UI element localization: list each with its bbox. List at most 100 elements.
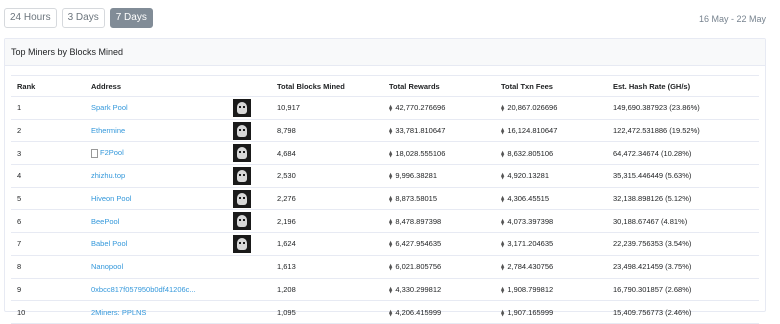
rewards-cell: ⧫ 4,330.299812: [383, 278, 495, 302]
hashrate-cell: 15,409.756773 (2.46%): [607, 300, 759, 324]
rewards-value: 33,781.810647: [395, 126, 446, 136]
miner-address-link[interactable]: 2Miners: PPLNS: [91, 308, 146, 317]
miner-address-link[interactable]: Babel Pool: [91, 239, 127, 248]
miner-address-link[interactable]: 0xbcc817f057950b0df41206c...: [91, 285, 196, 294]
blocks-cell: 2,196: [271, 209, 383, 234]
rank-cell: 3: [11, 141, 85, 166]
fees-value: 1,907.165999: [507, 307, 554, 317]
rewards-value: 6,427.954635: [395, 239, 442, 249]
rank-cell: 8: [11, 255, 85, 279]
hashrate-cell: 122,472.531886 (19.52%): [607, 119, 759, 143]
rewards-cell: ⧫ 6,427.954635: [383, 232, 495, 256]
blocks-cell: 1,613: [271, 255, 383, 279]
fees-cell: ⧫ 1,908.799812: [495, 278, 607, 302]
address-cell: Spark Pool: [85, 96, 271, 120]
miner-address-link[interactable]: BeePool: [91, 217, 119, 226]
fees-value: 20,867.026696: [507, 103, 558, 113]
miner-address-link[interactable]: zhizhu.top: [91, 171, 125, 180]
table-header-row: Rank Address Total Blocks Mined Total Re…: [11, 75, 759, 97]
miner-address-link[interactable]: Hiveon Pool: [91, 194, 131, 203]
blocks-cell: 2,530: [271, 164, 383, 188]
miner-avatar-icon: [233, 121, 251, 140]
col-hashrate-header: Est. Hash Rate (GH/s): [607, 75, 759, 97]
range-7d-button[interactable]: 7 Days: [109, 8, 153, 28]
miners-table: Rank Address Total Blocks Mined Total Re…: [11, 75, 759, 324]
rewards-value: 6,021.805756: [395, 262, 442, 272]
fees-value: 16,124.810647: [507, 126, 558, 136]
fees-value: 1,908.799812: [507, 284, 554, 294]
address-cell: zhizhu.top: [85, 164, 271, 188]
col-fees-header: Total Txn Fees: [495, 75, 607, 97]
col-blocks-header: Total Blocks Mined: [271, 75, 383, 97]
ether-icon: ⧫: [501, 196, 505, 204]
table-row: 5 Hiveon Pool 2,276 ⧫ 8,873.58015 ⧫ 4,306.45…: [11, 187, 759, 211]
hashrate-cell: 32,138.898126 (5.12%): [607, 187, 759, 211]
miner-avatar-icon: [233, 98, 251, 117]
ether-icon: ⧫: [501, 241, 505, 249]
rewards-value: 4,206.415999: [395, 307, 442, 317]
hashrate-cell: 64,472.34674 (10.28%): [607, 141, 759, 166]
ether-icon: ⧫: [389, 150, 393, 158]
hashrate-cell: 22,239.756353 (3.54%): [607, 232, 759, 256]
rewards-cell: ⧫ 6,021.805756: [383, 255, 495, 279]
col-address-header: Address: [85, 75, 271, 97]
ether-icon: ⧫: [389, 173, 393, 181]
fees-value: 3,171.204635: [507, 239, 554, 249]
fees-cell: ⧫ 4,306.45515: [495, 187, 607, 211]
rank-cell: 7: [11, 232, 85, 256]
rank-cell: 10: [11, 300, 85, 324]
address-cell: BeePool: [85, 209, 271, 234]
miner-address-link[interactable]: Spark Pool: [91, 103, 128, 112]
address-cell: Hiveon Pool: [85, 187, 271, 211]
address-cell: 2Miners: PPLNS: [85, 300, 271, 324]
fees-cell: ⧫ 1,907.165999: [495, 300, 607, 324]
ether-icon: ⧫: [501, 128, 505, 136]
range-3d-button[interactable]: 3 Days: [61, 8, 105, 28]
fees-value: 4,306.45515: [507, 194, 550, 204]
ether-icon: ⧫: [501, 150, 505, 158]
address-cell: Ethermine: [85, 119, 271, 143]
table-row: 7 Babel Pool 1,624 ⧫ 6,427.954635 ⧫ 3,171.20…: [11, 232, 759, 256]
col-rewards-header: Total Rewards: [383, 75, 495, 97]
fees-cell: ⧫ 3,171.204635: [495, 232, 607, 256]
fees-cell: ⧫ 16,124.810647: [495, 119, 607, 143]
table-row: 8 Nanopool 1,613 ⧫ 6,021.805756 ⧫ 2,784.4307…: [11, 255, 759, 279]
table-row: 4 zhizhu.top 2,530 ⧫ 9,996.38281 ⧫ 4,920.132…: [11, 164, 759, 188]
table-row: 10 2Miners: PPLNS 1,095 ⧫ 4,206.415999 ⧫ 1,9…: [11, 300, 759, 324]
ether-icon: ⧫: [501, 173, 505, 181]
fees-cell: ⧫ 2,784.430756: [495, 255, 607, 279]
fees-cell: ⧫ 8,632.805106: [495, 141, 607, 166]
table-row: 6 BeePool 2,196 ⧫ 8,478.897398 ⧫ 4,073.39739…: [11, 209, 759, 234]
table-row: 2 Ethermine 8,798 ⧫ 33,781.810647 ⧫ 16,124.8…: [11, 119, 759, 143]
rewards-cell: ⧫ 4,206.415999: [383, 300, 495, 324]
hashrate-cell: 16,790.301857 (2.68%): [607, 278, 759, 302]
address-cell: Babel Pool: [85, 232, 271, 256]
rank-cell: 9: [11, 278, 85, 302]
fees-cell: ⧫ 4,920.13281: [495, 164, 607, 188]
ether-icon: ⧫: [501, 309, 505, 317]
miner-address-link[interactable]: F2Pool: [100, 148, 124, 157]
rewards-cell: ⧫ 42,770.276696: [383, 96, 495, 120]
rewards-cell: ⧫ 18,028.555106: [383, 141, 495, 166]
rewards-cell: ⧫ 9,996.38281: [383, 164, 495, 188]
rewards-cell: ⧫ 8,873.58015: [383, 187, 495, 211]
miner-avatar-icon: [233, 234, 251, 253]
rank-cell: 6: [11, 209, 85, 234]
document-icon: [91, 148, 98, 158]
time-range-selector: 24 Hours 3 Days 7 Days: [4, 8, 153, 28]
hashrate-cell: 149,690.387923 (23.86%): [607, 96, 759, 120]
fees-cell: ⧫ 4,073.397398: [495, 209, 607, 234]
rank-cell: 4: [11, 164, 85, 188]
miner-address-link[interactable]: Nanopool: [91, 262, 123, 271]
rewards-value: 9,996.38281: [395, 171, 438, 181]
fees-cell: ⧫ 20,867.026696: [495, 96, 607, 120]
miner-avatar-icon: [233, 166, 251, 185]
rewards-value: 4,330.299812: [395, 284, 442, 294]
range-24h-button[interactable]: 24 Hours: [4, 8, 57, 28]
rewards-cell: ⧫ 33,781.810647: [383, 119, 495, 143]
hashrate-cell: 23,498.421459 (3.75%): [607, 255, 759, 279]
miner-address-link[interactable]: Ethermine: [91, 126, 125, 135]
blocks-cell: 10,917: [271, 96, 383, 120]
ether-icon: ⧫: [389, 241, 393, 249]
miner-avatar-icon: [233, 144, 251, 163]
